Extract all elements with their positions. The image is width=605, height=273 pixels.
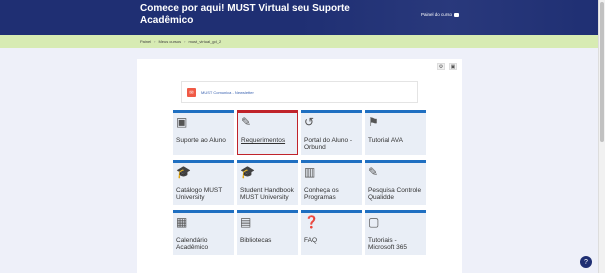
tile-student-handbook[interactable]: 🎓 Student Handbook MUST University <box>237 160 298 205</box>
tile-suporte-ao-aluno[interactable]: ▣ Suporte ao Aluno <box>173 110 234 155</box>
page-header: Comece por aqui! MUST Virtual seu Suport… <box>0 0 598 35</box>
user-badge-icon: ▣ <box>176 115 188 129</box>
tile-label: Student Handbook MUST University <box>240 187 294 201</box>
graduation-cap-icon: 🎓 <box>240 165 255 179</box>
flag-icon: ⚑ <box>368 115 379 129</box>
dashboard-icon <box>454 12 460 17</box>
tile-conheca-programas[interactable]: ▥ Conheça os Programas <box>301 160 362 205</box>
page-title: Comece por aqui! MUST Virtual seu Suport… <box>140 3 350 26</box>
help-button[interactable]: ? <box>580 256 592 268</box>
tile-label: Requerimentos <box>241 137 286 144</box>
question-icon: ❓ <box>304 215 319 229</box>
tile-portal-do-aluno[interactable]: ↺ Portal do Aluno - Orbund <box>301 110 362 155</box>
tile-label: Tutoriais - Microsoft 365 <box>368 237 408 251</box>
tile-bibliotecas[interactable]: ▤ Bibliotecas <box>237 210 298 255</box>
building-icon: ▥ <box>304 165 316 179</box>
book-icon: ▤ <box>240 215 252 229</box>
breadcrumb-item-course[interactable]: must_virtual_gd_2 <box>189 39 222 44</box>
tile-label: FAQ <box>304 237 318 244</box>
edit-icon: ✎ <box>368 165 379 179</box>
tile-label: Calendário Acadêmico <box>176 237 209 251</box>
edit-icon: ✎ <box>241 115 252 129</box>
gear-icon[interactable]: ⚙ <box>437 63 445 70</box>
calendar-icon: ▦ <box>176 215 188 229</box>
news-forum-icon: ✉ <box>187 88 196 97</box>
tile-label: Portal do Aluno - Orbund <box>304 137 353 151</box>
tile-tutorial-ava[interactable]: ⚑ Tutorial AVA <box>365 110 426 155</box>
scrollbar-thumb[interactable] <box>600 2 604 142</box>
breadcrumb-item-painel[interactable]: Painel <box>140 39 151 44</box>
tile-label: Tutorial AVA <box>368 137 403 144</box>
graduation-cap-icon: 🎓 <box>176 165 191 179</box>
tile-faq[interactable]: ❓ FAQ <box>301 210 362 255</box>
news-forum[interactable]: ✉ MUST Comunica - Newsletter <box>181 81 418 103</box>
tile-label: Bibliotecas <box>240 237 272 244</box>
history-icon: ↺ <box>304 115 315 129</box>
page-scrollbar[interactable] <box>598 0 605 273</box>
breadcrumb-separator: › <box>184 39 186 44</box>
breadcrumb-item-meus-cursos[interactable]: Meus cursos <box>158 39 181 44</box>
presentation-icon: ▢ <box>368 215 380 229</box>
tile-label: Conheça os Programas <box>304 187 339 201</box>
dashboard-link[interactable]: Painel do curso <box>421 12 460 17</box>
tile-grid: ▣ Suporte ao Aluno ✎ Requerimentos ↺ Por… <box>173 110 426 273</box>
breadcrumb-separator: › <box>154 39 156 44</box>
tile-label: Catálogo MUST University <box>176 187 223 201</box>
tile-pesquisa-qualidade[interactable]: ✎ Pesquisa Controle Qualidde <box>365 160 426 205</box>
tile-label: Pesquisa Controle Qualidde <box>368 187 422 201</box>
breadcrumb: Painel › Meus cursos › must_virtual_gd_2 <box>0 35 598 48</box>
tile-requerimentos[interactable]: ✎ Requerimentos <box>237 110 298 155</box>
tile-label: Suporte ao Aluno <box>176 137 226 144</box>
tile-catalogo[interactable]: 🎓 Catálogo MUST University <box>173 160 234 205</box>
collapse-icon[interactable]: ▣ <box>449 63 457 70</box>
news-forum-link[interactable]: MUST Comunica - Newsletter <box>201 90 254 95</box>
course-content: ⚙ ▣ ✉ MUST Comunica - Newsletter ▣ Supor… <box>137 59 462 273</box>
dashboard-link-label: Painel do curso <box>421 12 453 17</box>
tile-calendario[interactable]: ▦ Calendário Acadêmico <box>173 210 234 255</box>
tile-tutoriais-m365[interactable]: ▢ Tutoriais - Microsoft 365 <box>365 210 426 255</box>
